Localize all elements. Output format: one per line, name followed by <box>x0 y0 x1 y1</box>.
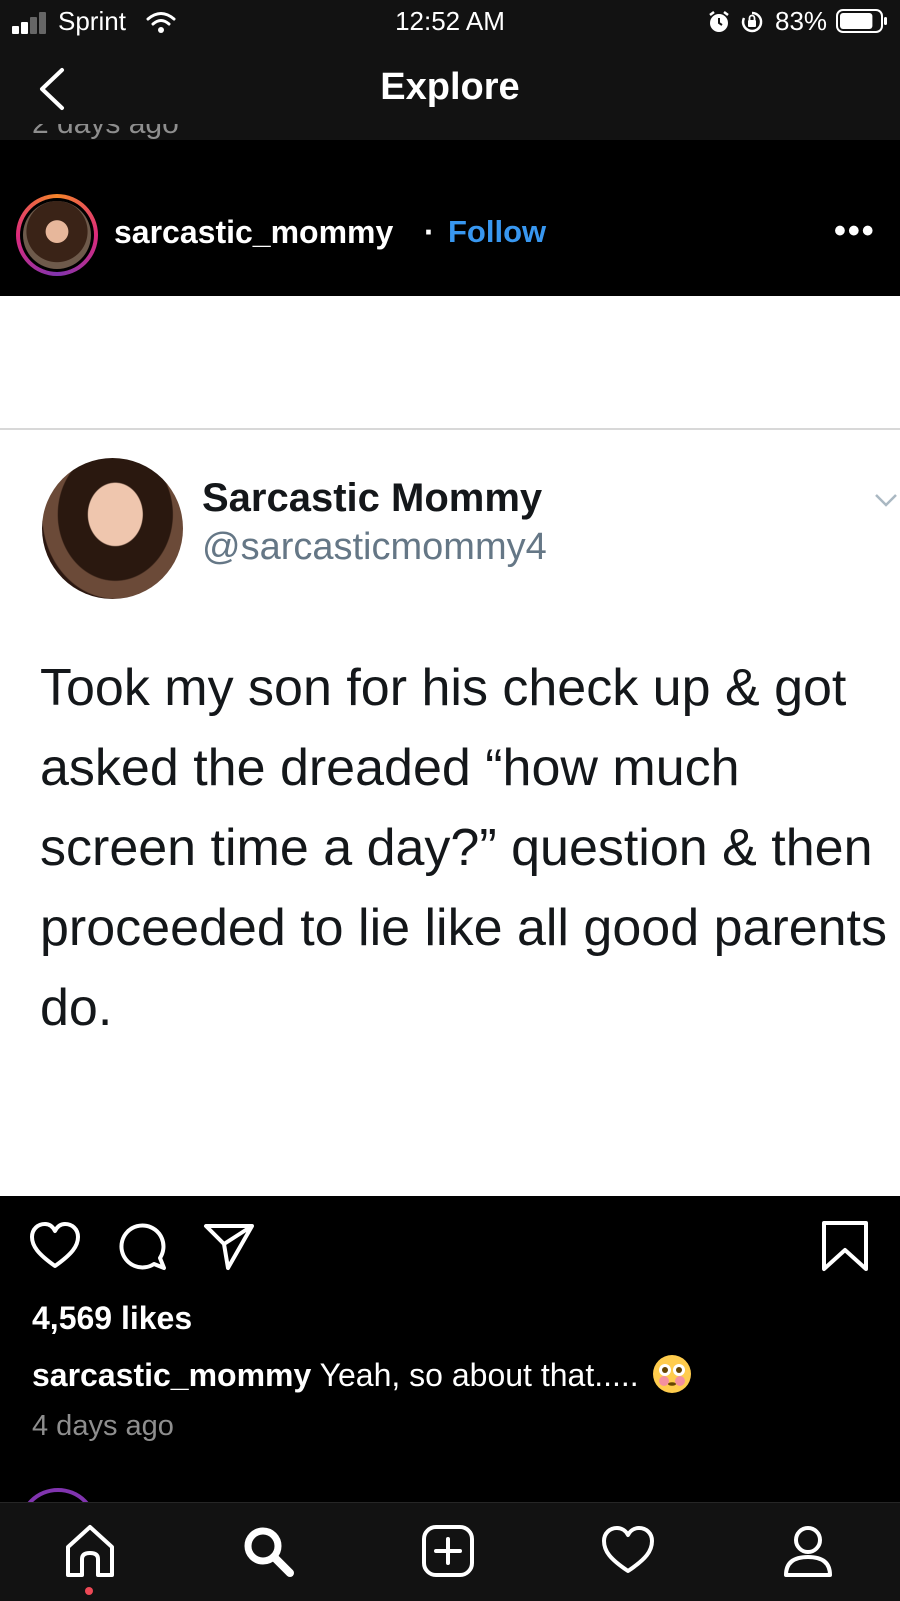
post-username[interactable]: sarcastic_mommy <box>114 214 393 251</box>
tweet-handle: @sarcasticmommy4 <box>202 526 547 568</box>
add-post-icon[interactable] <box>420 1523 476 1579</box>
tab-bar <box>0 1502 900 1601</box>
post-image[interactable]: Sarcastic Mommy @sarcasticmommy4 Took my… <box>0 296 900 1196</box>
profile-icon[interactable] <box>780 1523 836 1579</box>
more-options-icon[interactable]: ••• <box>834 212 876 251</box>
page-title: Explore <box>380 66 520 108</box>
avatar[interactable] <box>16 194 98 276</box>
post-header: sarcastic_mommy · Follow ••• <box>0 140 900 296</box>
comment-icon[interactable] <box>116 1220 170 1272</box>
caption-text: Yeah, so about that..... <box>319 1357 639 1393</box>
status-bar: Sprint 12:52 AM 83% <box>0 0 900 44</box>
share-icon[interactable] <box>202 1220 256 1272</box>
battery-icon <box>836 9 887 33</box>
notification-dot <box>85 1587 93 1595</box>
post-timestamp: 4 days ago <box>32 1410 174 1442</box>
caption: sarcastic_mommy Yeah, so about that..... <box>32 1354 692 1394</box>
tweet-display-name: Sarcastic Mommy <box>202 476 543 520</box>
like-count[interactable]: 4,569 likes <box>32 1300 192 1337</box>
chevron-down-icon <box>875 494 897 507</box>
activity-heart-icon[interactable] <box>600 1523 656 1579</box>
caption-username[interactable]: sarcastic_mommy <box>32 1357 311 1393</box>
separator-dot: · <box>424 214 435 250</box>
tweet-avatar <box>42 458 183 599</box>
tweet-text: Took my son for his check up & got asked… <box>40 659 888 1037</box>
avatar-border <box>20 198 94 272</box>
avatar-photo <box>23 201 91 269</box>
battery-percent: 83% <box>775 6 828 36</box>
alarm-icon <box>709 11 729 32</box>
divider <box>0 428 900 430</box>
home-icon[interactable] <box>62 1523 118 1579</box>
follow-button[interactable]: Follow <box>448 214 546 250</box>
flushed-face-emoji <box>652 1355 691 1393</box>
bookmark-icon[interactable] <box>818 1220 872 1272</box>
clock: 12:52 AM <box>395 6 505 36</box>
search-icon[interactable] <box>240 1523 296 1579</box>
rotation-lock-icon <box>741 11 763 33</box>
heart-icon[interactable] <box>28 1220 82 1272</box>
